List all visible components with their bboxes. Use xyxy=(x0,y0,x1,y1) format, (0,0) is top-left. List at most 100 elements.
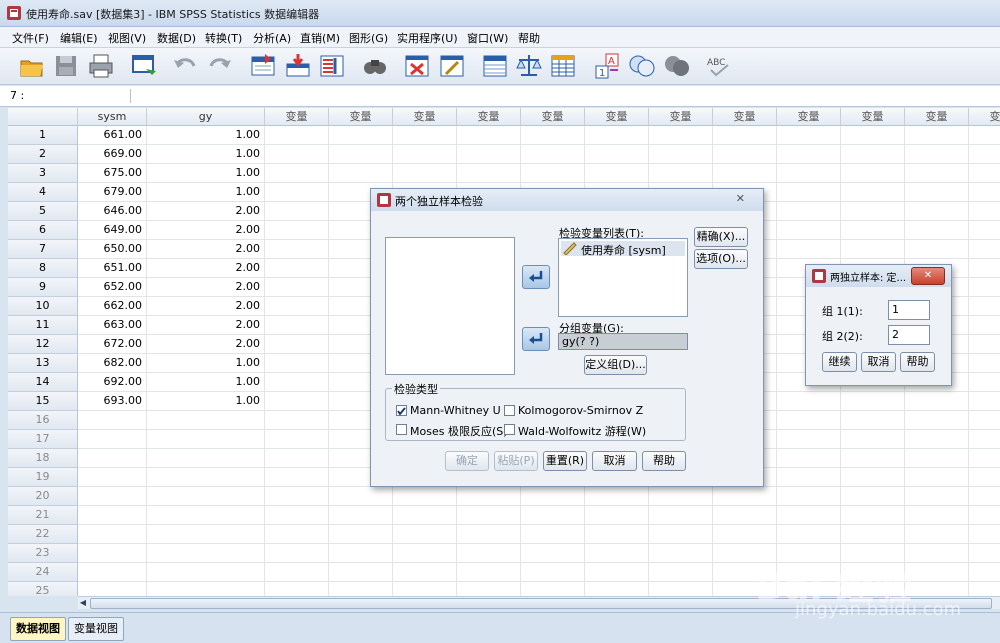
table-cell[interactable] xyxy=(265,316,329,335)
table-cell[interactable] xyxy=(457,563,521,582)
table-cell[interactable] xyxy=(777,240,841,259)
table-cell[interactable] xyxy=(969,164,1000,183)
split-file-icon[interactable] xyxy=(481,52,509,80)
undo-icon[interactable] xyxy=(171,52,199,80)
table-cell[interactable] xyxy=(521,487,585,506)
table-cell[interactable] xyxy=(265,259,329,278)
table-cell[interactable] xyxy=(147,506,265,525)
wald-wolfowitz-checkbox[interactable] xyxy=(504,424,515,435)
table-cell[interactable] xyxy=(841,506,905,525)
table-cell[interactable] xyxy=(265,335,329,354)
table-cell[interactable] xyxy=(969,392,1000,411)
table-cell[interactable] xyxy=(777,411,841,430)
table-cell[interactable] xyxy=(329,145,393,164)
table-cell[interactable] xyxy=(521,525,585,544)
table-cell[interactable] xyxy=(905,468,969,487)
show-all-icon[interactable] xyxy=(663,52,691,80)
row-header[interactable]: 6 xyxy=(8,221,78,240)
table-cell[interactable] xyxy=(78,487,147,506)
row-header[interactable]: 9 xyxy=(8,278,78,297)
row-header[interactable]: 16 xyxy=(8,411,78,430)
table-cell[interactable] xyxy=(777,221,841,240)
table-cell[interactable] xyxy=(969,297,1000,316)
table-cell[interactable]: 2.00 xyxy=(147,221,265,240)
table-cell[interactable] xyxy=(841,430,905,449)
menu-data[interactable]: 数据(D) xyxy=(157,30,196,46)
menu-help[interactable]: 帮助 xyxy=(518,30,540,46)
table-cell[interactable] xyxy=(147,525,265,544)
table-cell[interactable] xyxy=(905,240,969,259)
table-cell[interactable] xyxy=(457,582,521,596)
row-header[interactable]: 11 xyxy=(8,316,78,335)
mann-whitney-checkbox[interactable] xyxy=(396,405,407,416)
table-cell[interactable] xyxy=(78,430,147,449)
help-button[interactable]: 帮助 xyxy=(900,352,935,372)
table-cell[interactable] xyxy=(265,221,329,240)
paste-button[interactable]: 粘贴(P) xyxy=(494,451,538,471)
table-cell[interactable] xyxy=(78,582,147,596)
open-icon[interactable] xyxy=(18,52,46,80)
table-cell[interactable]: 663.00 xyxy=(78,316,147,335)
menu-analyze[interactable]: 分析(A) xyxy=(253,30,291,46)
table-cell[interactable] xyxy=(78,411,147,430)
menu-edit[interactable]: 编辑(E) xyxy=(60,30,98,46)
table-cell[interactable]: 646.00 xyxy=(78,202,147,221)
table-cell[interactable] xyxy=(649,164,713,183)
table-cell[interactable] xyxy=(777,392,841,411)
table-cell[interactable] xyxy=(147,449,265,468)
table-cell[interactable] xyxy=(521,126,585,145)
table-cell[interactable] xyxy=(969,487,1000,506)
table-cell[interactable] xyxy=(713,164,777,183)
table-cell[interactable] xyxy=(457,145,521,164)
table-cell[interactable] xyxy=(969,411,1000,430)
table-cell[interactable] xyxy=(777,145,841,164)
column-header-empty[interactable]: 变量 xyxy=(521,108,585,126)
table-cell[interactable] xyxy=(393,563,457,582)
table-cell[interactable] xyxy=(265,487,329,506)
table-cell[interactable] xyxy=(841,240,905,259)
table-cell[interactable] xyxy=(841,164,905,183)
table-cell[interactable] xyxy=(265,582,329,596)
row-header[interactable]: 8 xyxy=(8,259,78,278)
table-cell[interactable]: 682.00 xyxy=(78,354,147,373)
table-cell[interactable] xyxy=(713,487,777,506)
table-cell[interactable] xyxy=(265,164,329,183)
table-cell[interactable] xyxy=(777,506,841,525)
table-cell[interactable]: 1.00 xyxy=(147,183,265,202)
table-cell[interactable] xyxy=(841,126,905,145)
table-cell[interactable] xyxy=(265,145,329,164)
table-cell[interactable]: 2.00 xyxy=(147,297,265,316)
table-cell[interactable]: 692.00 xyxy=(78,373,147,392)
table-cell[interactable] xyxy=(585,525,649,544)
row-header[interactable]: 25 xyxy=(8,582,78,596)
table-cell[interactable] xyxy=(905,506,969,525)
row-header[interactable]: 4 xyxy=(8,183,78,202)
corner-cell[interactable] xyxy=(8,108,78,126)
table-cell[interactable] xyxy=(777,202,841,221)
table-cell[interactable] xyxy=(905,544,969,563)
menu-direct-marketing[interactable]: 直销(M) xyxy=(300,30,340,46)
table-cell[interactable] xyxy=(905,525,969,544)
table-cell[interactable] xyxy=(265,183,329,202)
table-cell[interactable] xyxy=(329,506,393,525)
table-cell[interactable] xyxy=(713,145,777,164)
table-cell[interactable] xyxy=(585,544,649,563)
tab-data-view[interactable]: 数据视图 xyxy=(10,617,66,641)
menu-window[interactable]: 窗口(W) xyxy=(467,30,508,46)
table-cell[interactable] xyxy=(969,354,1000,373)
row-header[interactable]: 21 xyxy=(8,506,78,525)
table-cell[interactable] xyxy=(841,487,905,506)
menu-utilities[interactable]: 实用程序(U) xyxy=(397,30,458,46)
table-cell[interactable] xyxy=(969,373,1000,392)
table-cell[interactable]: 2.00 xyxy=(147,259,265,278)
column-header-empty[interactable]: 变量 xyxy=(969,108,1000,126)
table-cell[interactable] xyxy=(265,297,329,316)
table-cell[interactable] xyxy=(585,164,649,183)
row-header[interactable]: 24 xyxy=(8,563,78,582)
table-cell[interactable] xyxy=(649,563,713,582)
table-cell[interactable] xyxy=(393,487,457,506)
table-cell[interactable] xyxy=(905,183,969,202)
table-cell[interactable] xyxy=(969,240,1000,259)
table-cell[interactable] xyxy=(147,411,265,430)
test-variable-item[interactable]: 使用寿命 [sysm] xyxy=(561,241,685,257)
